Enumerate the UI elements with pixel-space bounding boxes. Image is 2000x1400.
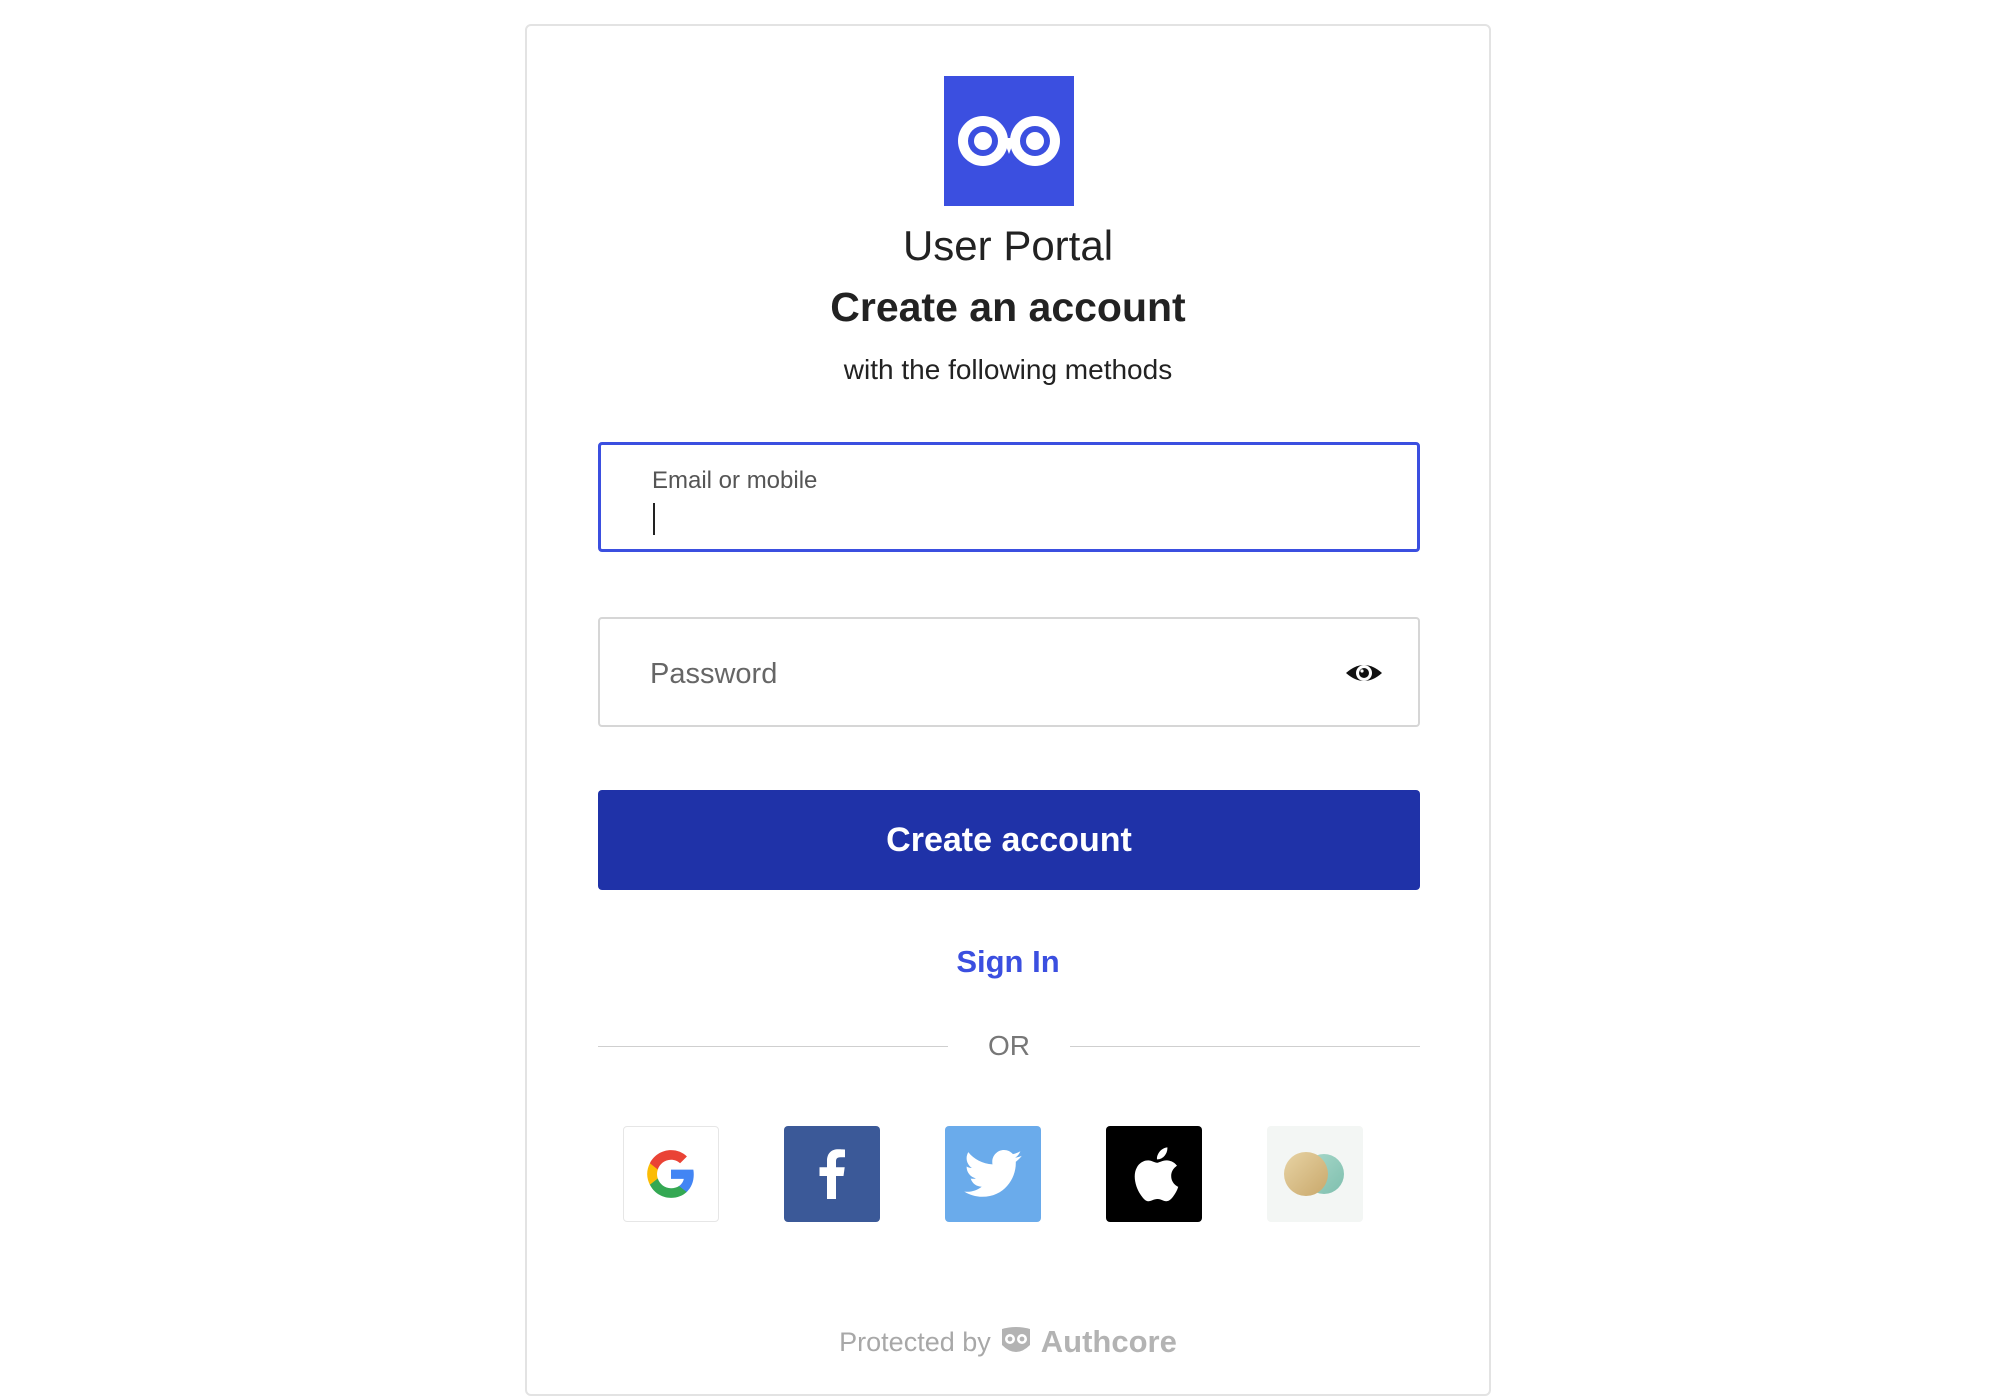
email-field-label: Email or mobile: [652, 467, 818, 494]
protected-by-footer: Protected by Authcore: [527, 1322, 1489, 1362]
twitter-icon: [964, 1150, 1022, 1197]
signup-card: User Portal Create an account with the f…: [525, 24, 1491, 1396]
page-title: Create an account: [830, 284, 1186, 330]
matters-login-button[interactable]: [1267, 1126, 1363, 1222]
eye-icon[interactable]: [1344, 653, 1384, 693]
or-divider: OR: [598, 1026, 1420, 1066]
apple-icon: [1134, 1147, 1179, 1202]
apple-login-button[interactable]: [1106, 1126, 1202, 1222]
app-name: User Portal: [902, 222, 1114, 269]
social-login-row: [623, 1126, 1395, 1222]
email-input[interactable]: [652, 497, 1352, 537]
divider-line-right: [1070, 1046, 1420, 1047]
matters-icon: [1284, 1152, 1344, 1196]
facebook-login-button[interactable]: [784, 1126, 880, 1222]
google-login-button[interactable]: [623, 1126, 719, 1222]
sign-in-link[interactable]: Sign In: [527, 944, 1489, 980]
password-input[interactable]: [650, 649, 1310, 699]
password-field[interactable]: [598, 617, 1420, 727]
google-icon: [647, 1150, 694, 1198]
create-account-button[interactable]: Create account: [598, 790, 1420, 890]
protected-by-text: Protected by: [839, 1326, 991, 1357]
page-subtitle: with the following methods: [843, 354, 1173, 385]
facebook-icon: [819, 1149, 845, 1199]
authcore-brand: Authcore: [1040, 1324, 1177, 1359]
text-caret: [653, 503, 655, 535]
email-field[interactable]: Email or mobile: [598, 442, 1420, 552]
twitter-login-button[interactable]: [945, 1126, 1041, 1222]
authcore-owl-icon: [1001, 1327, 1030, 1352]
owl-logo-icon: [944, 76, 1074, 206]
